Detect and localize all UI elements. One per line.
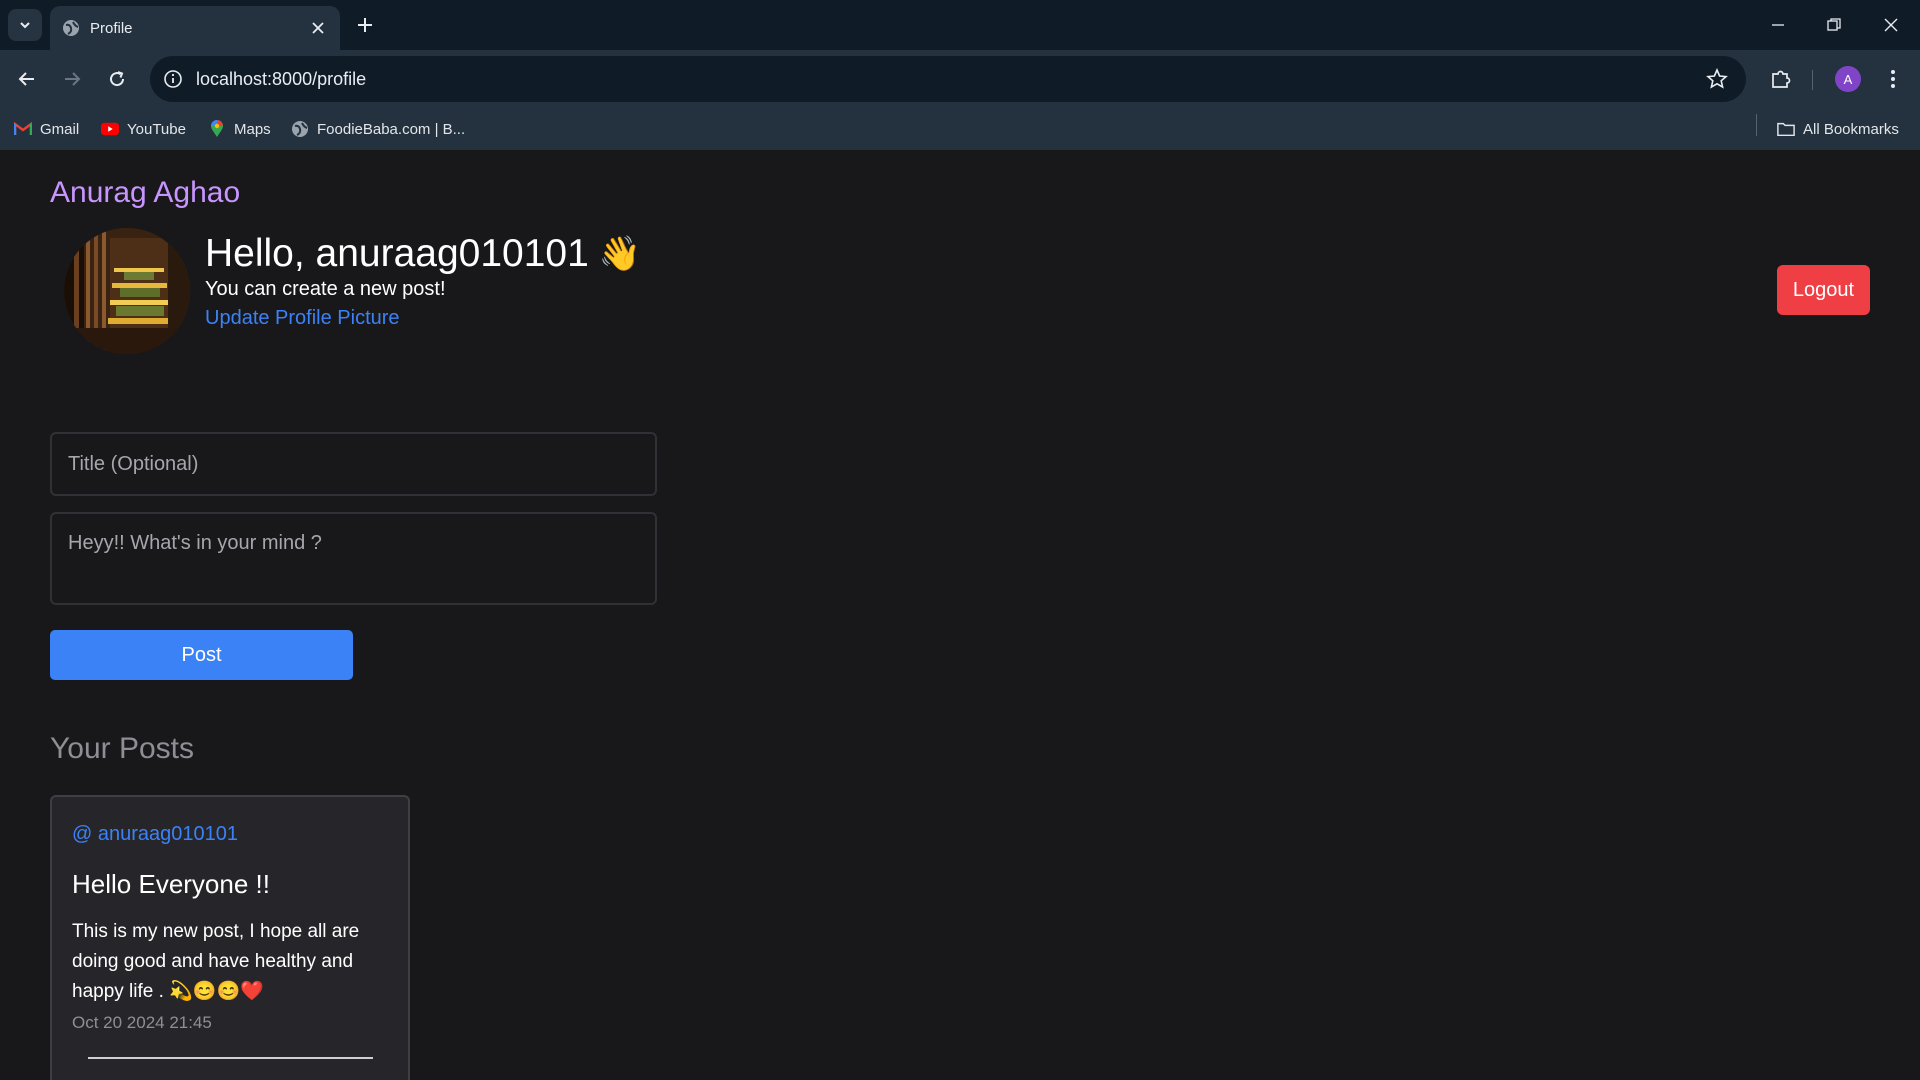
brand-name: Anurag Aghao [50,176,241,209]
tab-close-button[interactable] [308,18,328,38]
gmail-icon [14,120,32,138]
extensions-button[interactable] [1766,64,1796,94]
puzzle-icon [1772,70,1791,88]
plus-icon [358,18,372,32]
greeting-text: Hello, anuraag010101 [205,232,589,275]
new-tab-button[interactable] [352,12,378,38]
bookmark-maps[interactable]: Maps [208,117,271,141]
post-title: Hello Everyone !! [72,869,270,899]
bookmark-youtube[interactable]: YouTube [101,117,186,141]
browser-menu-button[interactable] [1878,64,1908,94]
post-author[interactable]: @ anuraag010101 [72,823,238,846]
folder-icon [1777,120,1795,138]
toolbar-divider [1812,70,1813,90]
bookmark-label: YouTube [127,120,186,138]
more-vertical-icon [1891,70,1895,88]
youtube-icon [101,120,119,138]
arrow-right-icon [65,72,81,86]
post-title-input[interactable] [50,432,657,496]
profile-picture [64,228,190,354]
reload-icon [110,71,125,87]
post-divider [88,1057,373,1059]
forward-button[interactable] [57,64,87,94]
address-bar[interactable]: localhost:8000/profile [150,56,1746,102]
globe-icon [63,20,79,36]
bookmark-gmail[interactable]: Gmail [14,117,79,141]
page-content: Anurag Aghao Hello, anuraag010101 👋 You … [0,150,1920,1080]
post-date: Oct 20 2024 21:45 [72,1013,212,1032]
all-bookmarks-button[interactable]: All Bookmarks [1777,117,1899,141]
greeting-subtext: You can create a new post! [205,278,446,300]
bookmarks-divider [1756,114,1757,136]
chevron-down-icon [20,22,30,29]
star-icon[interactable] [1706,68,1728,90]
waving-hand-icon: 👋 [598,235,642,273]
close-icon [312,22,324,34]
logout-button[interactable]: Logout [1777,265,1870,315]
browser-tab-bar: Profile [0,0,1920,50]
update-profile-picture-link[interactable]: Update Profile Picture [205,307,400,330]
close-icon [1884,18,1898,32]
tab-title: Profile [90,20,133,37]
post-button[interactable]: Post [50,630,353,680]
arrow-left-icon [18,72,34,86]
back-button[interactable] [12,64,42,94]
info-icon [164,70,182,88]
bookmark-label: FoodieBaba.com | B... [317,120,466,138]
bookmarks-bar: Gmail YouTube Maps FoodieBaba.com | B...… [0,108,1920,150]
active-tab[interactable]: Profile [50,6,340,50]
post-body-textarea[interactable] [50,512,657,605]
restore-button[interactable] [1821,12,1847,38]
tab-search-button[interactable] [8,9,42,41]
bookmark-foodiebaba[interactable]: FoodieBaba.com | B... [291,117,465,141]
reload-button[interactable] [102,64,132,94]
all-bookmarks-label: All Bookmarks [1803,120,1899,138]
browser-toolbar: localhost:8000/profile A [0,50,1920,108]
maps-icon [208,120,226,138]
close-window-button[interactable] [1878,12,1904,38]
bookmark-label: Maps [234,120,271,138]
greeting-heading: Hello, anuraag010101 👋 [205,232,641,276]
minimize-icon [1772,24,1784,26]
post-body: This is my new post, I hope all are doin… [72,921,360,1002]
url-text: localhost:8000/profile [196,69,367,89]
your-posts-heading: Your Posts [50,732,194,765]
post-card: @ anuraag010101 Hello Everyone !! This i… [50,795,410,1080]
restore-icon [1827,18,1841,31]
bookmark-label: Gmail [40,120,80,138]
minimize-button[interactable] [1765,12,1791,38]
globe-icon [291,120,309,138]
profile-avatar-button[interactable]: A [1835,66,1861,92]
